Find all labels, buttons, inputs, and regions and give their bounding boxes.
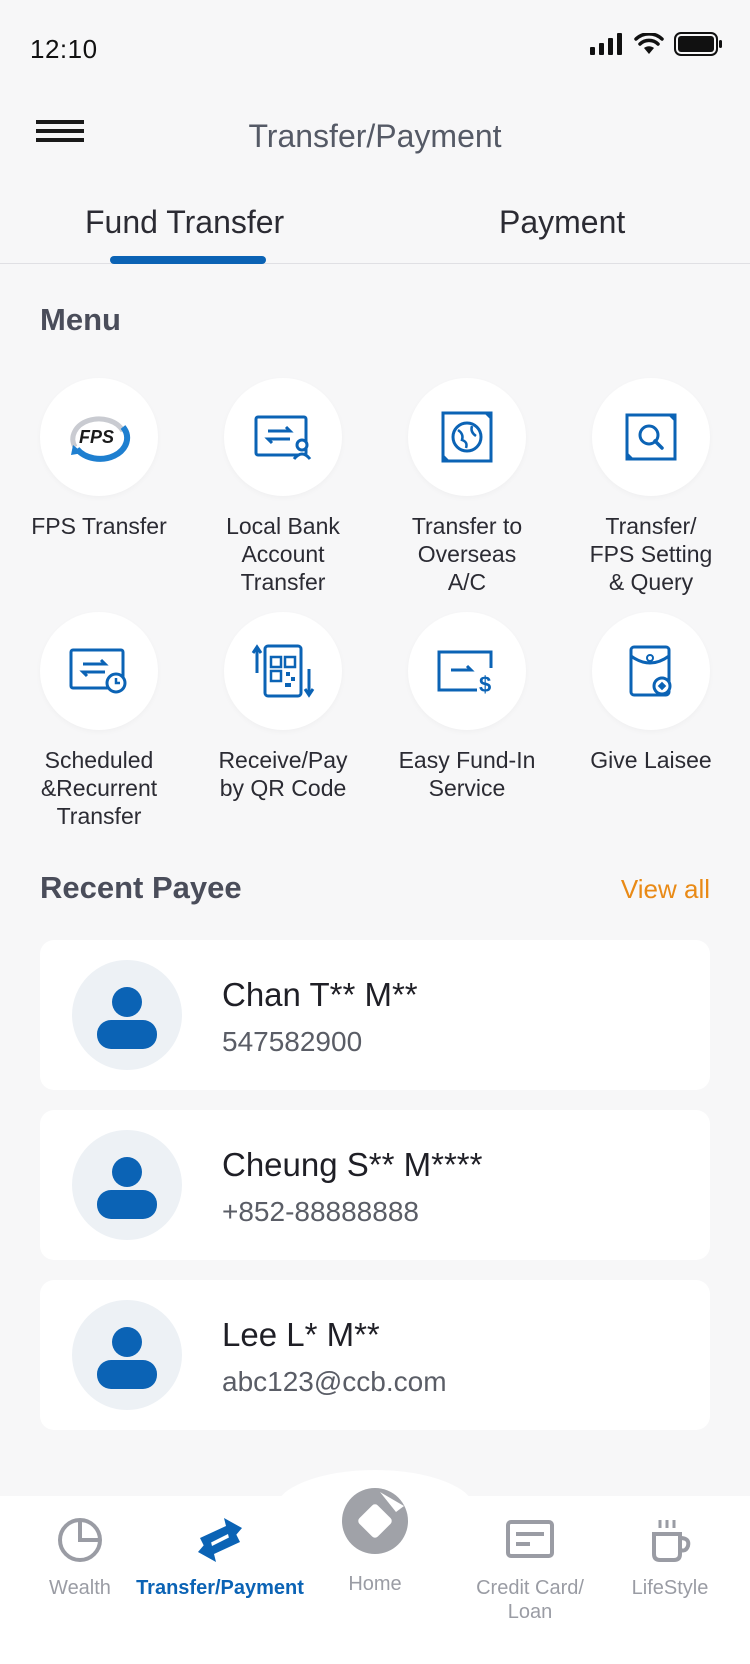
active-tab-indicator <box>110 256 266 264</box>
nav-label: Credit Card/ Loan <box>476 1577 584 1623</box>
payee-phone: +852-88888888 <box>222 1196 419 1227</box>
menu-item-label: FPS Transfer <box>31 513 167 539</box>
menu-item-scheduled-transfer[interactable]: Scheduled &Recurrent Transfer <box>7 612 191 830</box>
menu-item-qr-code[interactable]: Receive/Pay by QR Code <box>191 612 375 802</box>
status-time: 12:10 <box>30 34 98 64</box>
payee-card[interactable]: Lee L* M** abc123@ccb.com <box>40 1280 710 1430</box>
nav-label: Home <box>348 1573 402 1595</box>
menu-item-fps-transfer[interactable]: FPS FPS Transfer <box>7 378 191 540</box>
menu-item-easy-fund-in[interactable]: $ Easy Fund-In Service <box>375 612 559 802</box>
scheduled-transfer-icon <box>69 648 127 694</box>
laisee-icon <box>629 645 672 697</box>
avatar <box>72 1300 182 1410</box>
menu-item-label: Local Bank Account Transfer <box>226 513 340 595</box>
query-icon <box>625 413 677 461</box>
person-icon <box>97 987 157 1049</box>
tab-bar: Fund Transfer Payment <box>0 186 750 264</box>
wifi-icon <box>634 33 664 54</box>
menu-item-label: Easy Fund-In Service <box>398 747 536 801</box>
menu-section-title: Menu <box>40 302 121 337</box>
recent-payee-title: Recent Payee <box>40 870 242 905</box>
avatar <box>72 1130 182 1240</box>
menu-item-label: Scheduled &Recurrent Transfer <box>40 747 158 829</box>
payee-name: Cheung S** M**** <box>222 1146 483 1183</box>
nav-home[interactable]: Home <box>320 1486 430 1596</box>
fps-icon: FPS <box>70 416 131 462</box>
tab-fund-transfer[interactable]: Fund Transfer <box>85 204 284 241</box>
signal-icon <box>590 33 622 55</box>
home-logo-icon <box>342 1488 408 1554</box>
nav-label: LifeStyle <box>631 1577 709 1599</box>
battery-icon <box>674 32 722 56</box>
nav-transfer-payment[interactable]: Transfer/Payment <box>130 1516 310 1600</box>
menu-item-fps-setting-query[interactable]: Transfer/ FPS Setting & Query <box>559 378 743 596</box>
nav-credit-card-loan[interactable]: Credit Card/ Loan <box>460 1516 600 1624</box>
nav-lifestyle[interactable]: LifeStyle <box>610 1516 730 1600</box>
svg-text:FPS: FPS <box>79 427 114 447</box>
local-bank-transfer-icon <box>254 415 312 460</box>
fund-in-icon: $ <box>437 650 493 694</box>
payee-email: abc123@ccb.com <box>222 1366 447 1397</box>
menu-item-label: Give Laisee <box>590 747 712 773</box>
header: Transfer/Payment <box>0 90 750 180</box>
menu-item-overseas-transfer[interactable]: Transfer to Overseas A/C <box>375 378 559 596</box>
menu-item-label: Transfer to Overseas A/C <box>411 513 523 595</box>
qr-code-icon <box>251 644 315 698</box>
nav-label: Wealth <box>49 1577 111 1599</box>
avatar <box>72 960 182 1070</box>
nav-label: Transfer/Payment <box>136 1577 304 1599</box>
svg-text:$: $ <box>479 672 491 694</box>
transfer-arrows-icon <box>198 1518 242 1562</box>
payee-name: Chan T** M** <box>222 976 418 1013</box>
person-icon <box>97 1157 157 1219</box>
payee-card[interactable]: Chan T** M** 547582900 <box>40 940 710 1090</box>
coffee-cup-icon <box>652 1520 691 1562</box>
nav-wealth[interactable]: Wealth <box>30 1516 130 1600</box>
menu-item-label: Receive/Pay by QR Code <box>218 747 348 801</box>
menu-item-label: Transfer/ FPS Setting & Query <box>589 513 713 595</box>
overseas-transfer-icon <box>441 411 493 463</box>
payee-account: 547582900 <box>222 1026 363 1057</box>
menu-item-local-bank-transfer[interactable]: Local Bank Account Transfer <box>191 378 375 596</box>
pie-chart-icon <box>58 1518 102 1562</box>
menu-item-give-laisee[interactable]: Give Laisee <box>559 612 743 774</box>
view-all-link[interactable]: View all <box>621 874 710 905</box>
status-bar: 12:10 <box>0 0 750 90</box>
page-title: Transfer/Payment <box>248 118 502 154</box>
credit-card-icon <box>506 1520 554 1558</box>
person-icon <box>97 1327 157 1389</box>
status-icons <box>590 32 724 56</box>
tab-payment[interactable]: Payment <box>499 204 625 241</box>
payee-name: Lee L* M** <box>222 1316 380 1353</box>
payee-card[interactable]: Cheung S** M**** +852-88888888 <box>40 1110 710 1260</box>
